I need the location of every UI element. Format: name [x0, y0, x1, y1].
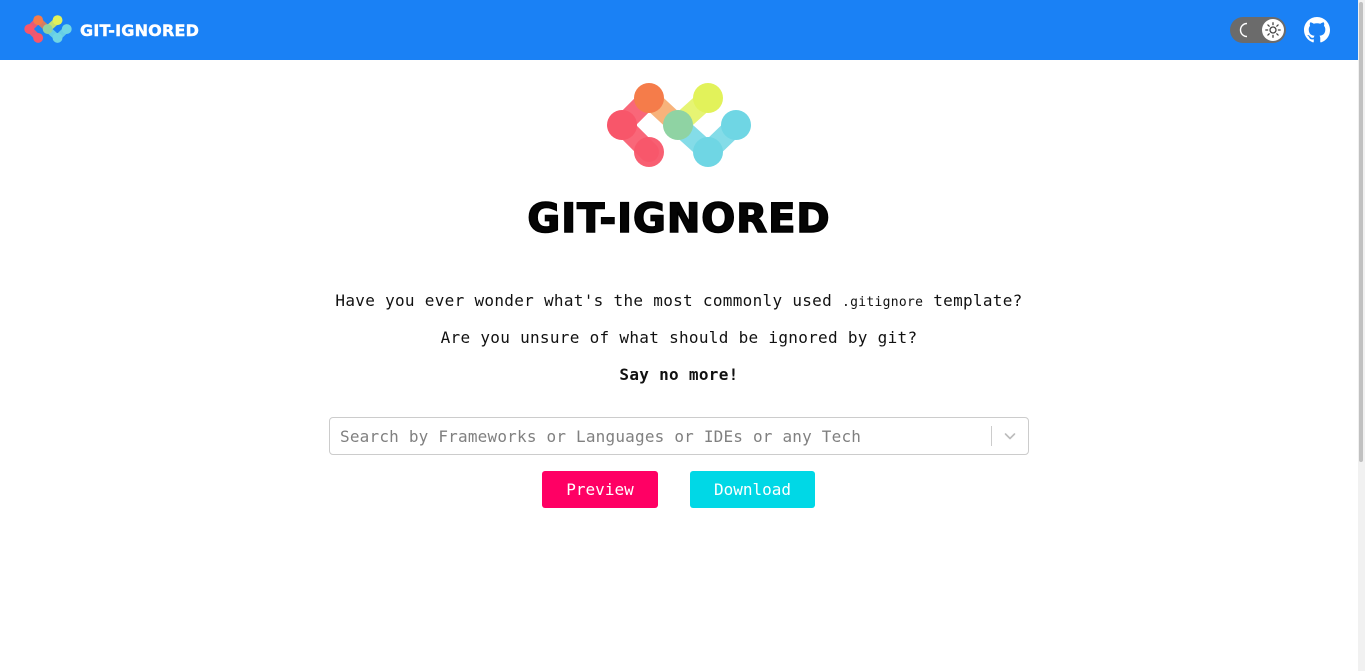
moon-icon [1239, 22, 1248, 38]
tagline-line-1-before: Have you ever wonder what's the most com… [335, 291, 842, 310]
preview-button[interactable]: Preview [542, 471, 658, 508]
download-button[interactable]: Download [690, 471, 815, 508]
theme-toggle[interactable] [1230, 17, 1286, 43]
git-ignored-logo-icon [24, 15, 72, 43]
hero-logo-icon [607, 83, 751, 167]
github-icon[interactable] [1304, 17, 1330, 43]
brand-link[interactable]: GIT-IGNORED [22, 14, 199, 46]
search-input[interactable] [330, 419, 991, 453]
tech-search-select[interactable] [329, 417, 1029, 455]
tagline-line-1: Have you ever wonder what's the most com… [0, 291, 1358, 310]
tagline-line-1-after: template? [923, 291, 1023, 310]
theme-toggle-knob [1262, 19, 1284, 41]
brand-name: GIT-IGNORED [80, 20, 200, 40]
scrollbar-thumb[interactable] [1359, 2, 1363, 462]
hero-title: GIT-IGNORED [527, 195, 831, 243]
top-navbar: GIT-IGNORED [0, 0, 1358, 60]
sun-icon [1265, 22, 1281, 38]
tagline-line-3: Say no more! [619, 365, 739, 384]
page: GIT-IGNORED GIT-IGNORED Have you ever wo… [0, 0, 1365, 671]
header-actions [1230, 17, 1330, 43]
gitignore-code: .gitignore [841, 295, 924, 310]
search-dropdown-toggle[interactable] [992, 418, 1028, 454]
page-scrollbar[interactable] [1358, 0, 1365, 671]
chevron-down-icon [1004, 433, 1016, 440]
tagline-line-2: Are you unsure of what should be ignored… [440, 328, 918, 347]
